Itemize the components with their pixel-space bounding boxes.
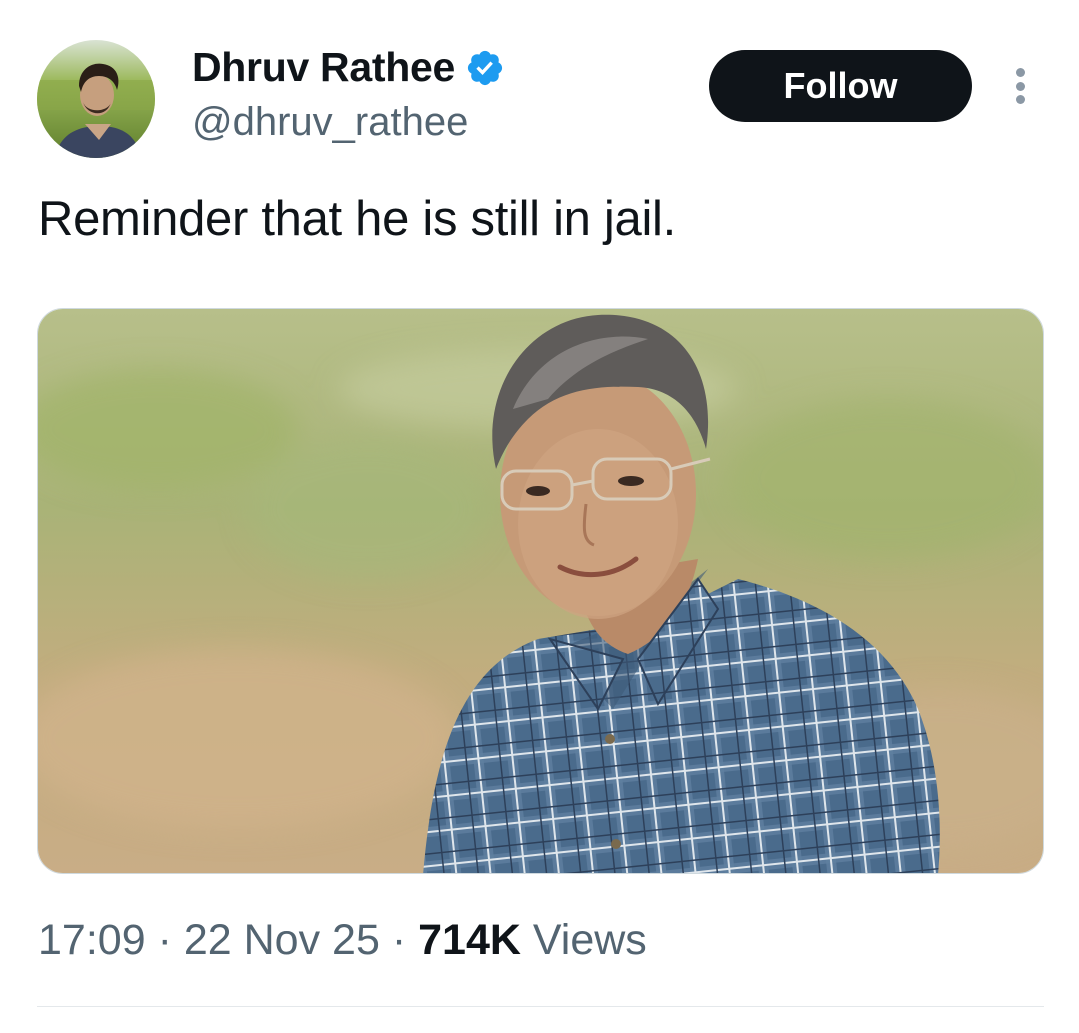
- tweet-time[interactable]: 17:09: [38, 916, 146, 964]
- meta-separator: ·: [157, 916, 172, 964]
- verified-badge-icon: [467, 50, 503, 85]
- tweet-text: Reminder that he is still in jail.: [38, 192, 676, 246]
- more-dot: [1015, 95, 1025, 104]
- views-label: Views: [532, 916, 647, 964]
- author-handle[interactable]: @dhruv_rathee: [192, 100, 468, 145]
- more-dot: [1015, 68, 1025, 77]
- tweet-card: Dhruv Rathee @dhruv_rathee Follow Remind…: [0, 0, 1079, 1033]
- author-name-row[interactable]: Dhruv Rathee: [192, 44, 505, 91]
- meta-separator: ·: [391, 916, 407, 964]
- more-dot: [1015, 81, 1025, 91]
- divider: [37, 1006, 1044, 1007]
- follow-button[interactable]: Follow: [709, 50, 972, 122]
- author-avatar[interactable]: [37, 40, 155, 158]
- tweet-date[interactable]: 22 Nov 25: [184, 916, 380, 964]
- tweet-photo[interactable]: [37, 308, 1044, 874]
- more-options-icon[interactable]: [1004, 64, 1036, 108]
- author-display-name[interactable]: Dhruv Rathee: [192, 44, 455, 91]
- views-count: 714K: [418, 916, 521, 964]
- tweet-meta: 17:09 · 22 Nov 25 · 714K Views: [38, 916, 647, 965]
